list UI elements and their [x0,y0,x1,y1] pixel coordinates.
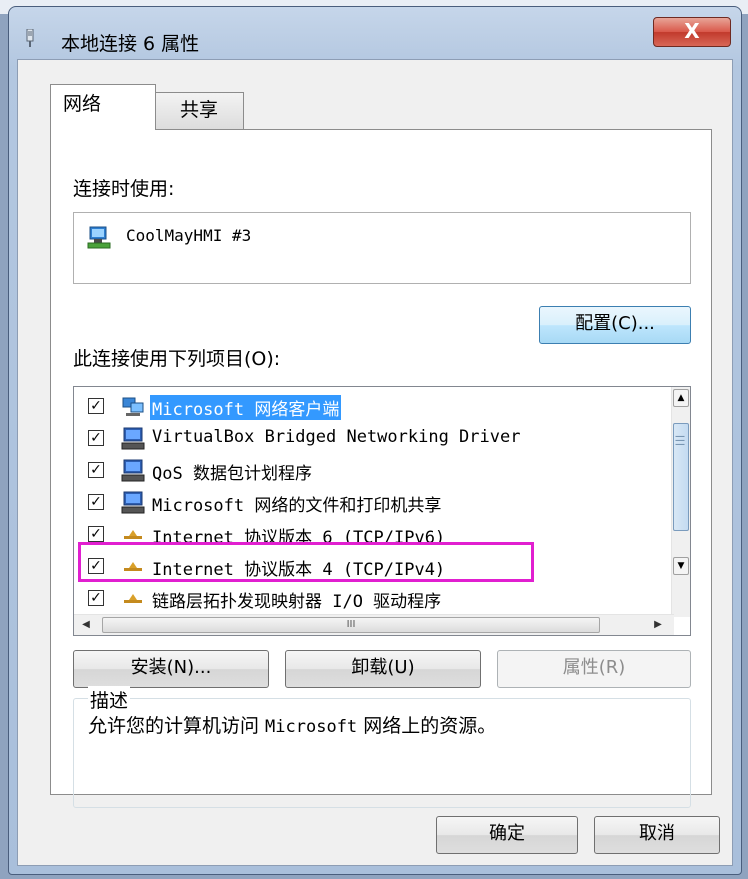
scroll-up-arrow-icon[interactable]: ▲ [673,389,689,407]
list-item[interactable]: ✓ QoS 数据包计划程序 [74,455,664,487]
list-item[interactable]: ✓ Microsoft 网络客户端 [74,391,664,423]
description-text-mono: Microsoft [265,717,358,737]
list-item[interactable]: ✓ Microsoft 网络的文件和打印机共享 [74,487,664,519]
tab-sharing[interactable]: 共享 [154,92,244,130]
properties-dialog: 本地连接 6 属性 X 网络 共享 连接时使用: CoolMayHMI #3 配… [8,6,742,875]
computer-service-icon [121,459,145,482]
vertical-scrollbar[interactable]: ▲ — — — ▼ [671,387,690,617]
highlight-annotation [78,542,534,582]
item-checkbox[interactable]: ✓ [88,398,104,414]
item-checkbox[interactable]: ✓ [88,590,104,606]
list-item-label: Microsoft 网络的文件和打印机共享 [152,496,442,516]
item-checkbox[interactable]: ✓ [88,494,104,510]
computer-service-icon [121,427,145,450]
components-list[interactable]: ✓ Microsoft 网络客户端 ✓ VirtualBox Bridged N… [73,386,691,636]
network-client-icon [122,397,144,416]
configure-button[interactable]: 配置(C)... [539,306,691,344]
items-label: 此连接使用下列项目(O): [73,348,281,370]
protocol-icon [124,594,142,603]
install-button[interactable]: 安装(N)... [73,650,269,688]
list-item-label: QoS 数据包计划程序 [152,464,312,484]
description-text-prefix: 允许您的计算机访问 [88,715,266,737]
properties-button[interactable]: 属性(R) [497,650,691,688]
description-title: 描述 [88,686,131,713]
horizontal-scrollbar[interactable]: ◀ III ▶ [74,614,674,635]
description-text-suffix: 网络上的资源。 [357,715,497,737]
ok-button[interactable]: 确定 [436,816,578,854]
list-item-label: Microsoft 网络客户端 [150,395,342,420]
adapter-name: CoolMayHMI #3 [126,226,252,245]
scroll-right-arrow-icon[interactable]: ▶ [650,617,666,633]
computer-service-icon [121,491,145,514]
item-checkbox[interactable]: ✓ [88,462,104,478]
list-item[interactable]: ✓ VirtualBox Bridged Networking Driver [74,423,664,455]
connect-using-label: 连接时使用: [73,178,175,200]
description-text: 允许您的计算机访问 Microsoft 网络上的资源。 [88,711,496,738]
uninstall-button[interactable]: 卸载(U) [285,650,481,688]
cancel-button[interactable]: 取消 [594,816,720,854]
item-checkbox[interactable]: ✓ [88,526,104,542]
scroll-left-arrow-icon[interactable]: ◀ [78,617,94,633]
close-button[interactable]: X [653,17,731,47]
description-group: 描述 允许您的计算机访问 Microsoft 网络上的资源。 [73,686,691,808]
tab-network[interactable]: 网络 [50,84,156,130]
window-title: 本地连接 6 属性 [61,33,200,55]
item-checkbox[interactable]: ✓ [88,430,104,446]
network-adapter-icon [26,29,34,47]
network-tab-panel: 连接时使用: CoolMayHMI #3 配置(C)... 此连接使用下列项目(… [50,129,712,808]
title-bar[interactable]: 本地连接 6 属性 X [9,7,741,59]
adapter-field: CoolMayHMI #3 [73,212,691,284]
list-item-label: VirtualBox Bridged Networking Driver [152,427,521,447]
dialog-client-area: 网络 共享 连接时使用: CoolMayHMI #3 配置(C)... 此连接使… [17,59,733,866]
network-adapter-icon [87,226,111,249]
horizontal-scroll-thumb[interactable]: III [102,617,600,633]
list-item[interactable]: ✓ 链路层拓扑发现映射器 I/O 驱动程序 [74,583,664,615]
list-item-label: 链路层拓扑发现映射器 I/O 驱动程序 [152,592,442,612]
scroll-grip-icon: — — — [675,431,685,450]
scroll-down-arrow-icon[interactable]: ▼ [673,557,689,575]
